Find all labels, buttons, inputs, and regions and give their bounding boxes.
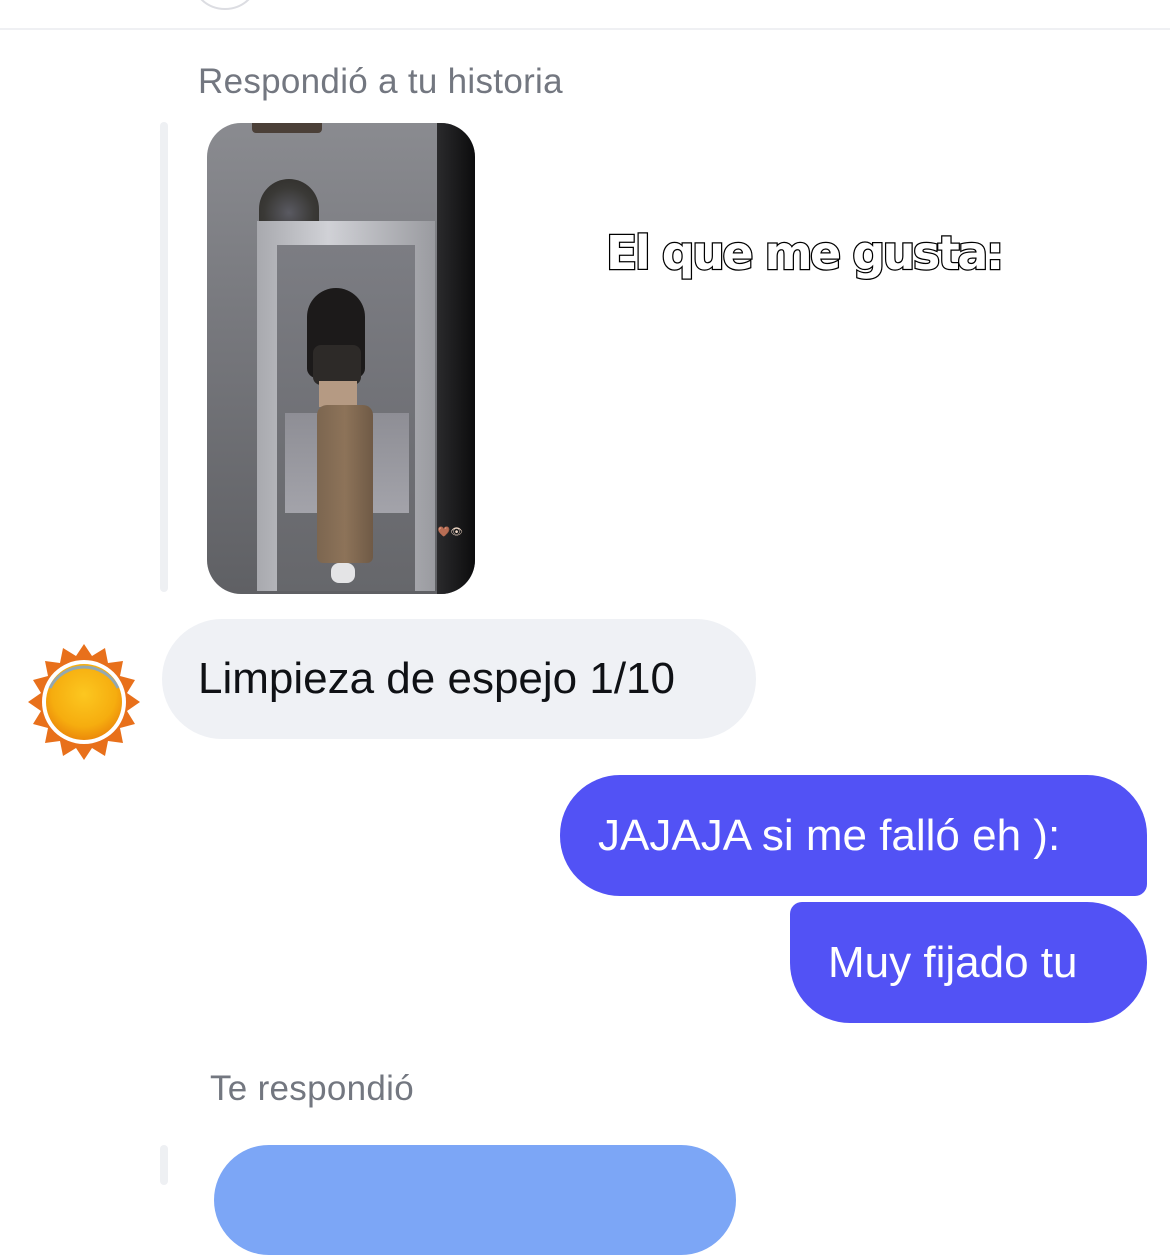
thumbnail-door-shadow <box>437 123 475 594</box>
thumbnail-person-top <box>313 345 361 385</box>
thumbnail-person-shoe <box>331 563 355 583</box>
thumbnail-person-waist <box>319 381 357 407</box>
you-reply-label: Te respondió <box>210 1069 415 1108</box>
message-bubble-incoming[interactable]: Limpieza de espejo 1/10 <box>162 619 756 739</box>
sun-core <box>46 664 122 740</box>
message-bubble-outgoing[interactable]: JAJAJA si me falló eh ): <box>560 775 1147 896</box>
story-quote-bar <box>160 122 168 592</box>
message-bubble-outgoing[interactable]: Muy fijado tu <box>790 902 1147 1023</box>
thumbnail-person-pants <box>317 405 373 563</box>
story-thumbnail[interactable]: 🤎👁 <box>207 123 475 594</box>
story-reply-label: Respondió a tu historia <box>198 62 563 101</box>
header-divider <box>0 28 1170 30</box>
overlay-caption: El que me gusta: <box>605 225 1006 282</box>
thumbnail-emoji-sticker: 🤎👁 <box>437 527 463 538</box>
quoted-message-bubble-partial[interactable] <box>214 1145 736 1255</box>
thumbnail-wall-ornament <box>259 179 319 227</box>
sun-avatar-icon[interactable] <box>24 642 144 762</box>
header-avatar-partial[interactable] <box>190 0 260 10</box>
thumbnail-shelf <box>252 123 322 133</box>
reply-quote-bar <box>160 1145 168 1185</box>
